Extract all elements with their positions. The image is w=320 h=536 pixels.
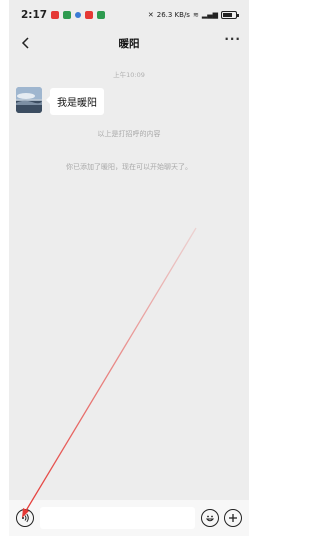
message-timestamp: 上午10:09 <box>113 71 145 79</box>
status-right: ✕ 26.3 KB/s ≋ ▂▄▆ <box>147 11 239 19</box>
plus-button[interactable] <box>224 509 242 527</box>
status-bar: 2:17 ✕ 26.3 KB/s ≋ ▂▄▆ <box>9 0 249 30</box>
notification-icon <box>85 11 94 19</box>
signal-icon: ▂▄▆ <box>201 11 218 19</box>
battery-icon <box>221 11 239 19</box>
back-button[interactable] <box>17 34 35 52</box>
notification-icon <box>75 12 82 18</box>
nav-bar: 暖阳 ··· <box>9 30 249 56</box>
wifi-icon: ≋ <box>192 11 199 19</box>
voice-icon <box>22 513 29 523</box>
status-time: 2:17 <box>21 9 48 21</box>
mute-icon: ✕ <box>147 11 154 19</box>
input-bar <box>9 500 249 536</box>
avatar-image <box>16 87 42 113</box>
page-title: 暖阳 <box>118 37 140 50</box>
message-input[interactable] <box>40 507 195 529</box>
chevron-left-icon <box>21 37 29 49</box>
notification-icon <box>97 11 106 19</box>
status-left: 2:17 <box>21 9 106 21</box>
message-bubble[interactable]: 我是暖阳 <box>46 88 104 115</box>
notification-icon <box>63 11 72 19</box>
phone-screen: 2:17 ✕ 26.3 KB/s ≋ ▂▄▆ 暖阳 ··· 上午10:09 我是… <box>0 0 258 536</box>
system-message: 你已添加了暖阳，现在可以开始聊天了。 <box>66 163 192 171</box>
emoji-button[interactable] <box>201 509 219 527</box>
plus-icon <box>229 514 237 522</box>
system-message: 以上是打招呼的内容 <box>97 130 161 138</box>
message-row: 我是暖阳 <box>16 87 104 115</box>
voice-button[interactable] <box>16 509 34 527</box>
chat-area[interactable]: 上午10:09 我是暖阳 以上是打招呼的内容 你已添加了暖阳，现在可以开始聊天了… <box>9 56 249 500</box>
emoji-icon <box>205 515 215 522</box>
network-speed: 26.3 KB/s <box>156 11 190 19</box>
avatar[interactable] <box>16 87 42 113</box>
more-button[interactable]: ··· <box>224 32 241 46</box>
notification-icon <box>51 11 60 19</box>
